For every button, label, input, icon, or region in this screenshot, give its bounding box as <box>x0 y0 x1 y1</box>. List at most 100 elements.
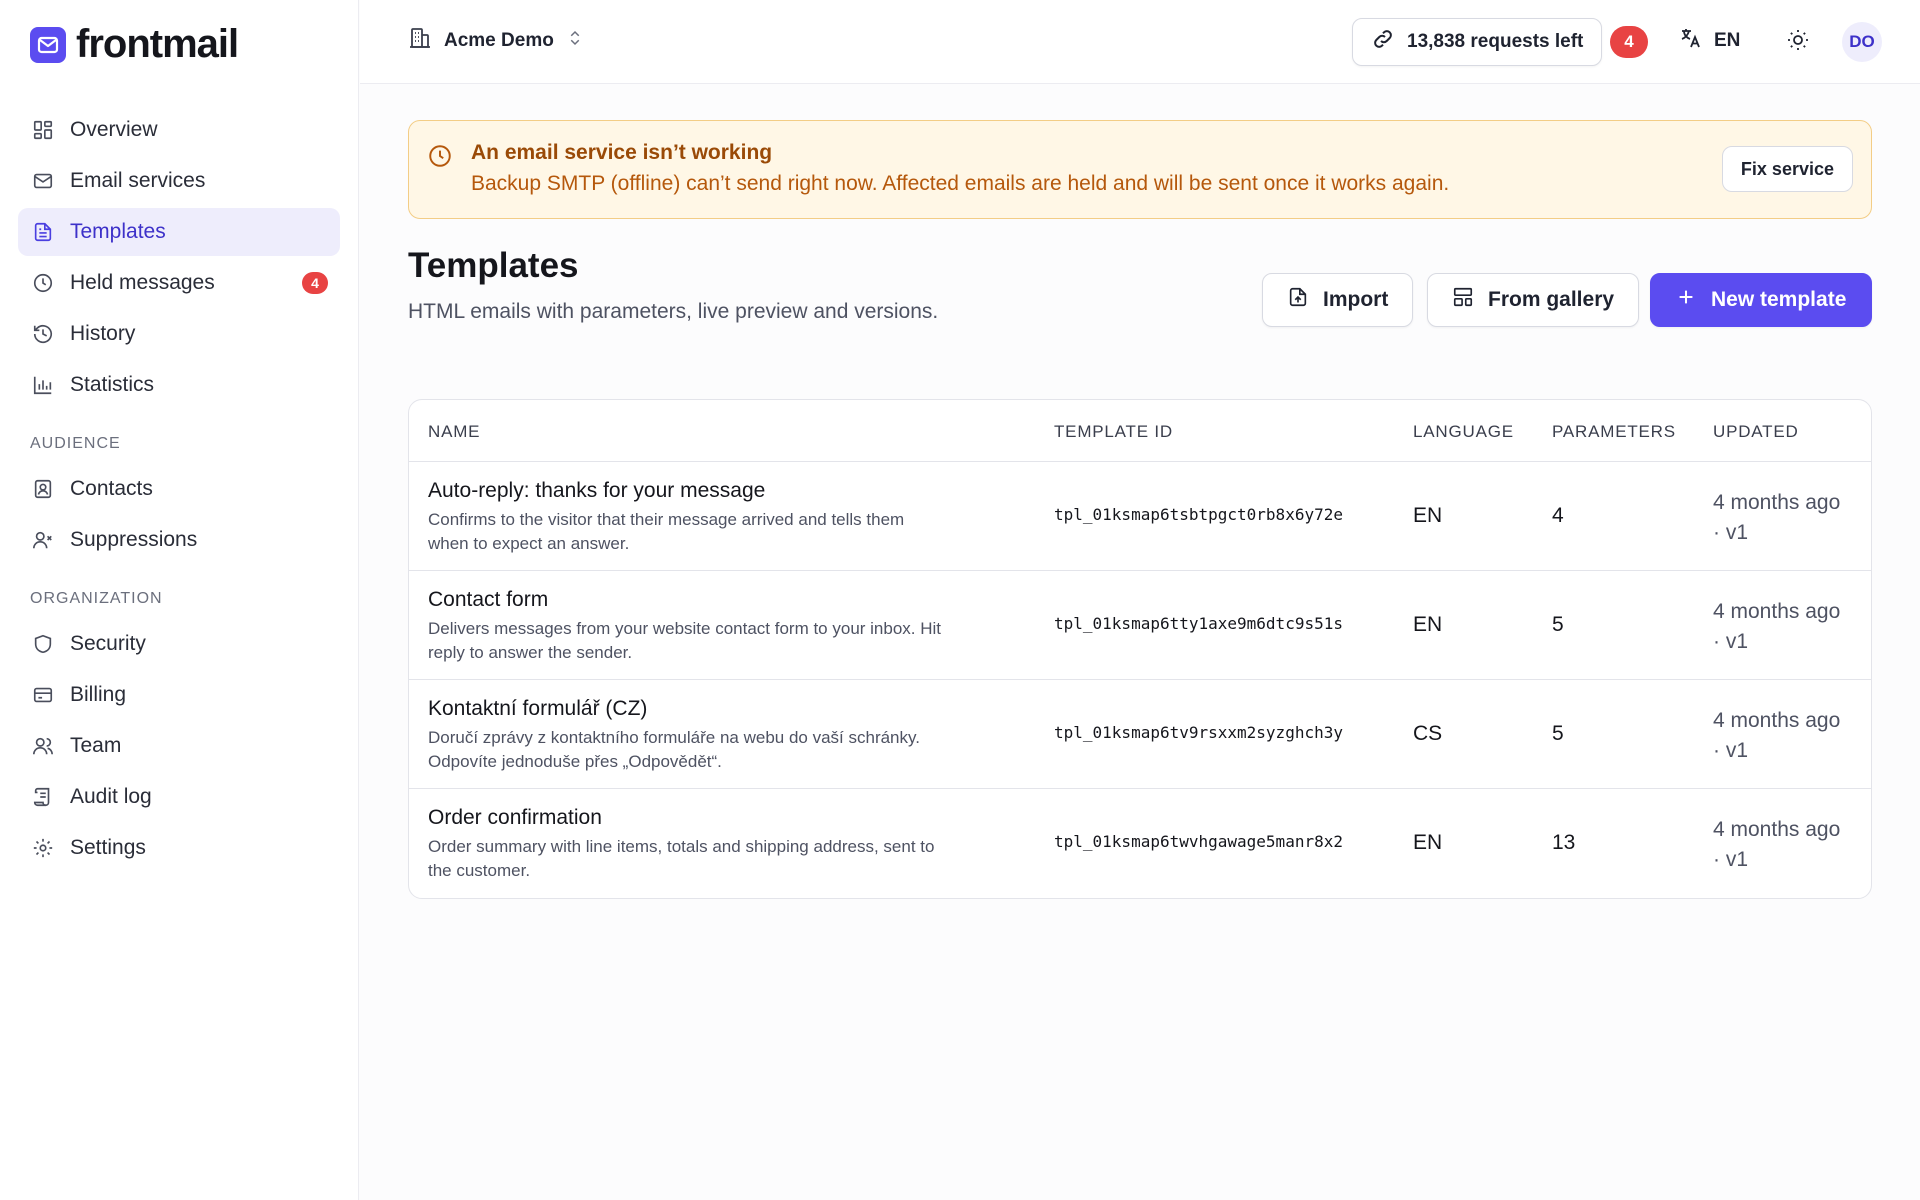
sidebar-item-statistics[interactable]: Statistics <box>18 361 340 409</box>
link-icon <box>1371 27 1395 57</box>
alert-description: Backup SMTP (offline) can’t send right n… <box>471 172 1450 195</box>
import-button[interactable]: Import <box>1262 273 1414 327</box>
column-header-language[interactable]: LANGUAGE <box>1413 422 1514 442</box>
history-icon <box>30 321 56 347</box>
service-warning-alert: An email service isn’t working Backup SM… <box>408 120 1872 219</box>
template-name[interactable]: Auto-reply: thanks for your message <box>428 479 1028 503</box>
topbar: Acme Demo 13,838 requests left 4 EN DO <box>360 0 1920 84</box>
sidebar-item-audit-log[interactable]: Audit log <box>18 773 340 821</box>
template-parameters: 4 <box>1552 504 1564 527</box>
template-description-line: reply to answer the sender. <box>428 643 633 662</box>
contact-card-icon <box>30 476 56 502</box>
page-subtitle: HTML emails with parameters, live previe… <box>408 300 939 323</box>
table-row[interactable]: Order confirmation Order summary with li… <box>409 789 1871 898</box>
templates-table: NAME TEMPLATE ID LANGUAGE PARAMETERS UPD… <box>408 399 1872 899</box>
sidebar-item-suppressions[interactable]: Suppressions <box>18 516 340 564</box>
building-icon <box>408 26 432 56</box>
template-name-cell: Order confirmation Order summary with li… <box>428 806 1028 883</box>
template-description-line: Order summary with line items, totals an… <box>428 837 935 856</box>
template-updated: 4 months ago · v1 <box>1713 488 1840 548</box>
template-updated: 4 months ago · v1 <box>1713 597 1840 657</box>
template-parameters: 5 <box>1552 722 1564 745</box>
template-language: CS <box>1413 722 1443 745</box>
template-description-line: Doručí zprávy z kontaktního formuláře na… <box>428 728 920 747</box>
language-switcher[interactable]: EN <box>1678 26 1740 56</box>
sidebar-item-history[interactable]: History <box>18 310 340 358</box>
sidebar-item-label: Suppressions <box>70 528 198 551</box>
sidebar-item-email-services[interactable]: Email services <box>18 157 340 205</box>
sidebar-item-team[interactable]: Team <box>18 722 340 770</box>
column-header-template-id[interactable]: TEMPLATE ID <box>1054 422 1173 442</box>
requests-left-button[interactable]: 13,838 requests left <box>1352 18 1603 66</box>
audience-section-label: AUDIENCE <box>30 435 121 452</box>
bar-chart-icon <box>30 372 56 398</box>
layout-template-icon <box>1452 286 1474 314</box>
sidebar-item-billing[interactable]: Billing <box>18 671 340 719</box>
sidebar: frontmail Overview Email services Templa… <box>0 0 359 1200</box>
template-updated: 4 months ago · v1 <box>1713 815 1840 875</box>
template-description: Confirms to the visitor that their messa… <box>428 508 1028 556</box>
sidebar-item-templates[interactable]: Templates <box>18 208 340 256</box>
table-row[interactable]: Kontaktní formulář (CZ) Doručí zprávy z … <box>409 680 1871 789</box>
template-id: tpl_01ksmap6tsbtpgct0rb8x6y72e <box>1054 505 1343 524</box>
table-row[interactable]: Contact form Delivers messages from your… <box>409 571 1871 680</box>
new-template-button-label: New template <box>1711 288 1847 311</box>
sidebar-nav: Overview Email services Templates Held m… <box>18 106 340 875</box>
sidebar-item-label: Contacts <box>70 477 153 500</box>
template-updated: 4 months ago · v1 <box>1713 706 1840 766</box>
sidebar-item-label: History <box>70 322 136 345</box>
theme-toggle[interactable] <box>1782 26 1814 58</box>
template-description-line: Delivers messages from your website cont… <box>428 619 942 638</box>
updated-time: 4 months ago <box>1713 709 1841 732</box>
template-description-line: Confirms to the visitor that their messa… <box>428 510 905 529</box>
mail-icon <box>30 168 56 194</box>
notifications-badge[interactable]: 4 <box>1610 26 1648 58</box>
template-language: EN <box>1413 831 1443 854</box>
updated-time: 4 months ago <box>1713 600 1841 623</box>
language-label: EN <box>1714 30 1741 51</box>
sidebar-item-label: Statistics <box>70 373 155 396</box>
table-row[interactable]: Auto-reply: thanks for your message Conf… <box>409 462 1871 571</box>
template-name[interactable]: Kontaktní formulář (CZ) <box>428 697 1028 721</box>
table-header: NAME TEMPLATE ID LANGUAGE PARAMETERS UPD… <box>409 400 1871 462</box>
sidebar-item-held-messages[interactable]: Held messages 4 <box>18 259 340 307</box>
users-icon <box>30 733 56 759</box>
user-x-icon <box>30 527 56 553</box>
sidebar-item-contacts[interactable]: Contacts <box>18 465 340 513</box>
updated-version: · v1 <box>1713 848 1749 871</box>
scroll-icon <box>30 784 56 810</box>
new-template-button[interactable]: New template <box>1650 273 1872 327</box>
clock-warning-icon <box>427 143 453 174</box>
shield-icon <box>30 631 56 657</box>
sidebar-item-label: Billing <box>70 683 127 706</box>
column-header-parameters[interactable]: PARAMETERS <box>1552 422 1676 442</box>
plus-icon <box>1675 286 1697 314</box>
template-name-cell: Contact form Delivers messages from your… <box>428 588 1028 665</box>
dashboard-icon <box>30 117 56 143</box>
sidebar-item-label: Email services <box>70 169 206 192</box>
gear-icon <box>30 835 56 861</box>
updated-version: · v1 <box>1713 630 1749 653</box>
fix-service-button[interactable]: Fix service <box>1721 146 1853 192</box>
brand-name: frontmail <box>76 22 239 66</box>
updated-version: · v1 <box>1713 521 1749 544</box>
avatar[interactable]: DO <box>1842 22 1882 62</box>
sidebar-item-overview[interactable]: Overview <box>18 106 340 154</box>
workspace-switcher[interactable]: Acme Demo <box>408 26 584 56</box>
column-header-updated[interactable]: UPDATED <box>1713 422 1799 442</box>
from-gallery-button[interactable]: From gallery <box>1427 273 1640 327</box>
template-name[interactable]: Contact form <box>428 588 1028 612</box>
translate-icon <box>1678 26 1702 56</box>
sidebar-item-settings[interactable]: Settings <box>18 824 340 872</box>
template-name-cell: Auto-reply: thanks for your message Conf… <box>428 479 1028 556</box>
file-upload-icon <box>1287 286 1309 314</box>
column-header-name[interactable]: NAME <box>428 422 480 442</box>
sidebar-item-security[interactable]: Security <box>18 620 340 668</box>
template-description: Delivers messages from your website cont… <box>428 617 1028 665</box>
template-name[interactable]: Order confirmation <box>428 806 1028 830</box>
sidebar-item-label: Templates <box>70 220 166 243</box>
updated-time: 4 months ago <box>1713 818 1841 841</box>
brand-logo[interactable]: frontmail <box>30 22 239 67</box>
template-description: Doručí zprávy z kontaktního formuláře na… <box>428 726 1028 774</box>
held-messages-count-badge: 4 <box>302 272 328 294</box>
